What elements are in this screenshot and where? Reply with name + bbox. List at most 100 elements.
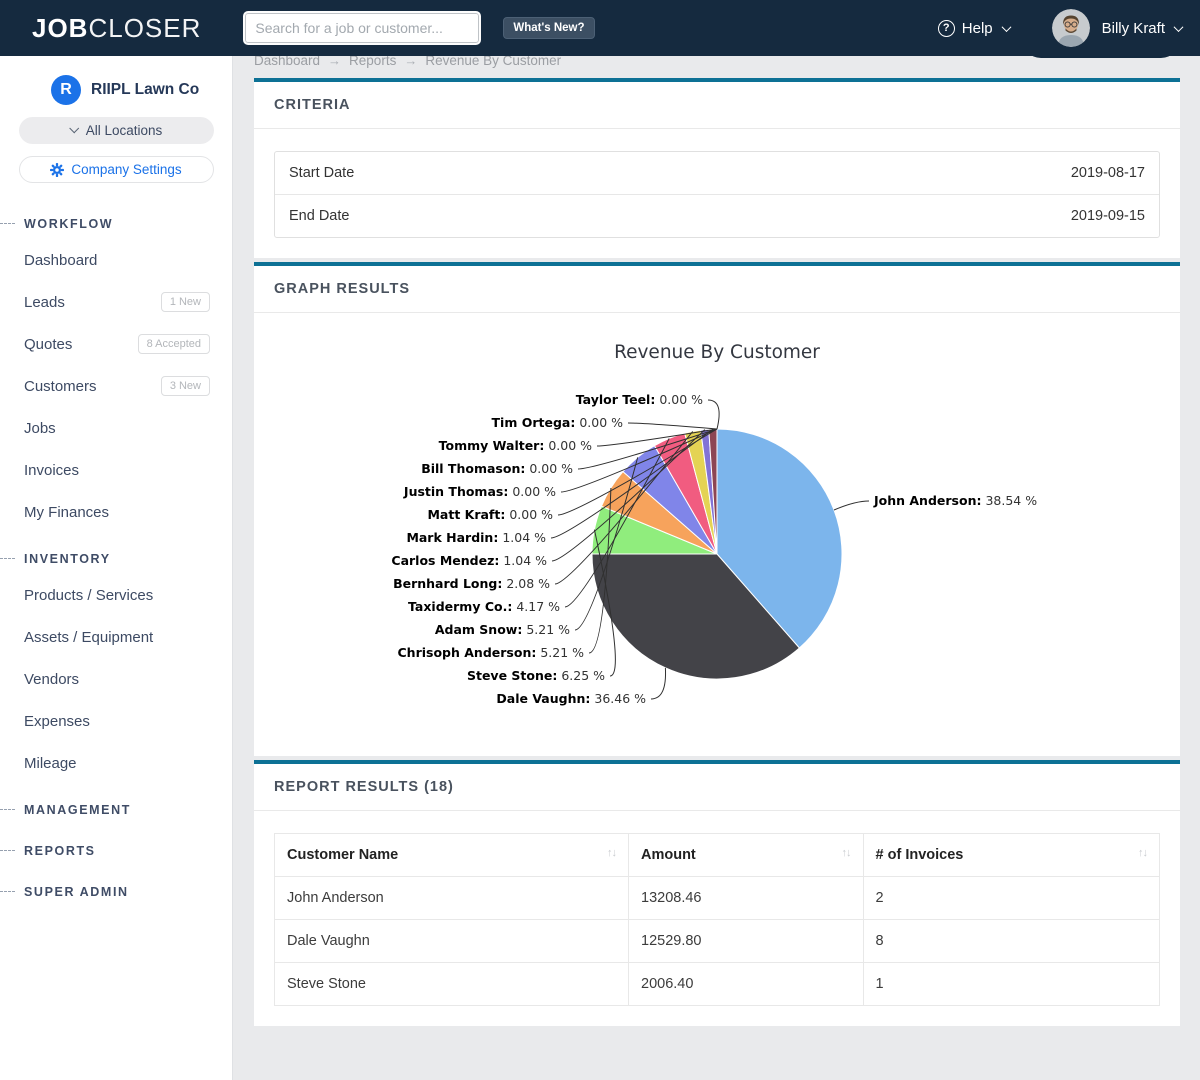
- pie-label-dale-vaughn: Dale Vaughn: 36.46 %: [496, 691, 646, 706]
- pie-connector-line: [834, 501, 869, 510]
- sidebar-item-jobs[interactable]: Jobs: [0, 407, 232, 449]
- pie-label-chrisoph-anderson: Chrisoph Anderson: 5.21 %: [398, 645, 585, 660]
- report-section-title: REPORT RESULTS (18): [254, 764, 1180, 811]
- pie-label-tim-ortega: Tim Ortega: 0.00 %: [492, 415, 624, 430]
- sidebar-item-mileage[interactable]: Mileage: [0, 742, 232, 784]
- user-name[interactable]: Billy Kraft: [1102, 20, 1165, 37]
- sidebar-item-label: Assets / Equipment: [24, 629, 153, 646]
- logo-bold-part: JOB: [32, 13, 88, 43]
- column-header-label: # of Invoices: [876, 847, 964, 863]
- sidebar-item-vendors[interactable]: Vendors: [0, 658, 232, 700]
- sidebar-item-dashboard[interactable]: Dashboard: [0, 239, 232, 281]
- table-row: Dale Vaughn12529.808: [275, 920, 1160, 963]
- logo-light-part: CLOSER: [88, 13, 201, 43]
- table-row: Steve Stone2006.401: [275, 963, 1160, 1006]
- pie-label-taylor-teel: Taylor Teel: 0.00 %: [576, 392, 703, 407]
- company-settings-button[interactable]: Company Settings: [19, 156, 214, 183]
- avatar-image: [1052, 9, 1090, 47]
- table-cell: Dale Vaughn: [275, 920, 629, 963]
- column-header-customer-name[interactable]: Customer Name ↑↓: [275, 834, 629, 877]
- pie-chart: Revenue By Customer Taylor Teel: 0.00 % Ti…: [254, 313, 1179, 751]
- table-cell: John Anderson: [275, 877, 629, 920]
- sidebar-item-label: My Finances: [24, 504, 109, 521]
- table-body: John Anderson13208.462Dale Vaughn12529.8…: [275, 877, 1160, 1006]
- location-selector[interactable]: All Locations: [19, 117, 214, 144]
- table-row: John Anderson13208.462: [275, 877, 1160, 920]
- help-icon: ?: [938, 20, 955, 37]
- chart-title: Revenue By Customer: [614, 342, 820, 363]
- column-header-label: Customer Name: [287, 847, 398, 863]
- chevron-down-icon: [1001, 22, 1011, 32]
- search-input[interactable]: [243, 11, 481, 45]
- report-results-card: REPORT RESULTS (18) Customer Name↑↓Amoun…: [254, 760, 1180, 1026]
- report-table: Customer Name ↑↓ Amount ↑↓ # of Invoices ↑↓ J…: [274, 833, 1160, 1006]
- sidebar-item-expenses[interactable]: Expenses: [0, 700, 232, 742]
- sidebar-item-label: Leads: [24, 294, 65, 311]
- sidebar-section-inventory[interactable]: INVENTORY: [0, 544, 232, 574]
- table-cell: 8: [863, 920, 1159, 963]
- sidebar-item-customers[interactable]: Customers 3 New: [0, 365, 232, 407]
- table-header-row: Customer Name ↑↓ Amount ↑↓ # of Invoices ↑↓: [275, 834, 1160, 877]
- sidebar-item-label: Quotes: [24, 336, 72, 353]
- company-logo: R: [51, 75, 81, 105]
- column-header-amount[interactable]: Amount ↑↓: [629, 834, 864, 877]
- pie-label-carlos-mendez: Carlos Mendez: 1.04 %: [391, 553, 547, 568]
- sidebar-section-reports[interactable]: REPORTS: [0, 836, 232, 866]
- pie-label-justin-thomas: Justin Thomas: 0.00 %: [403, 484, 556, 499]
- main-content: Revenue By Customer Dashboard→Reports→Re…: [234, 0, 1200, 1026]
- criteria-label: Start Date: [289, 165, 354, 181]
- user-chevron-down-icon[interactable]: [1174, 22, 1184, 32]
- company-header: R RIIPL Lawn Co: [0, 75, 232, 105]
- criteria-card: CRITERIA Start Date 2019-08-17 End Date201…: [254, 78, 1180, 258]
- company-settings-label: Company Settings: [71, 162, 181, 177]
- sidebar-item-label: Customers: [24, 378, 97, 395]
- criteria-section-title: CRITERIA: [254, 82, 1180, 129]
- avatar[interactable]: [1052, 9, 1090, 47]
- sort-icon: ↑↓: [842, 847, 851, 859]
- criteria-label: End Date: [289, 208, 349, 224]
- pie-label-matt-kraft: Matt Kraft: 0.00 %: [427, 507, 553, 522]
- sidebar-section-super-admin[interactable]: SUPER ADMIN: [0, 877, 232, 907]
- sidebar: R RIIPL Lawn Co All Locations Company Se…: [0, 56, 233, 1080]
- sidebar-item-invoices[interactable]: Invoices: [0, 449, 232, 491]
- badge: 3 New: [161, 376, 210, 396]
- pie-label-bill-thomason: Bill Thomason: 0.00 %: [421, 461, 573, 476]
- sidebar-item-my-finances[interactable]: My Finances: [0, 491, 232, 533]
- gear-icon: [50, 163, 64, 177]
- sidebar-item-products-services[interactable]: Products / Services: [0, 574, 232, 616]
- app-logo[interactable]: JOBCLOSER: [32, 13, 201, 44]
- pie-label-steve-stone: Steve Stone: 6.25 %: [467, 668, 605, 683]
- sort-icon: ↑↓: [1138, 847, 1147, 859]
- graph-results-card: GRAPH RESULTS Revenue By Customer Taylor …: [254, 262, 1180, 756]
- pie-label-bernhard-long: Bernhard Long: 2.08 %: [393, 576, 550, 591]
- sidebar-item-label: Vendors: [24, 671, 79, 688]
- column-header-of-invoices[interactable]: # of Invoices ↑↓: [863, 834, 1159, 877]
- sidebar-section-workflow[interactable]: WORKFLOW: [0, 209, 232, 239]
- sidebar-item-label: Invoices: [24, 462, 79, 479]
- sidebar-item-leads[interactable]: Leads1 New: [0, 281, 232, 323]
- criteria-row-start-date: Start Date 2019-08-17: [275, 152, 1159, 194]
- table-cell: 2: [863, 877, 1159, 920]
- pie-label-mark-hardin: Mark Hardin: 1.04 %: [406, 530, 546, 545]
- sidebar-item-quotes[interactable]: Quotes8 Accepted: [0, 323, 232, 365]
- table-cell: 2006.40: [629, 963, 864, 1006]
- graph-section-title: GRAPH RESULTS: [254, 266, 1180, 313]
- sidebar-item-assets-equipment[interactable]: Assets / Equipment: [0, 616, 232, 658]
- sidebar-item-label: Jobs: [24, 420, 56, 437]
- sidebar-item-label: Expenses: [24, 713, 90, 730]
- top-navigation-bar: JOBCLOSER What's New? ? Help: [0, 0, 1200, 56]
- whats-new-button[interactable]: What's New?: [503, 17, 594, 39]
- sidebar-section-management[interactable]: MANAGEMENT: [0, 795, 232, 825]
- pie-label-john-anderson: John Anderson: 38.54 %: [873, 493, 1037, 508]
- column-header-label: Amount: [641, 847, 696, 863]
- pie-label-taxidermy-co: Taxidermy Co.: 4.17 %: [408, 599, 560, 614]
- sidebar-item-label: Products / Services: [24, 587, 153, 604]
- location-selector-label: All Locations: [86, 123, 163, 138]
- help-label: Help: [962, 20, 993, 37]
- sort-icon: ↑↓: [607, 847, 616, 859]
- criteria-row-end-date: End Date2019-09-15: [275, 194, 1159, 237]
- help-menu[interactable]: ? Help: [938, 20, 1010, 37]
- company-name: RIIPL Lawn Co: [91, 81, 199, 99]
- table-cell: 13208.46: [629, 877, 864, 920]
- criteria-value: 2019-08-17: [1071, 165, 1145, 181]
